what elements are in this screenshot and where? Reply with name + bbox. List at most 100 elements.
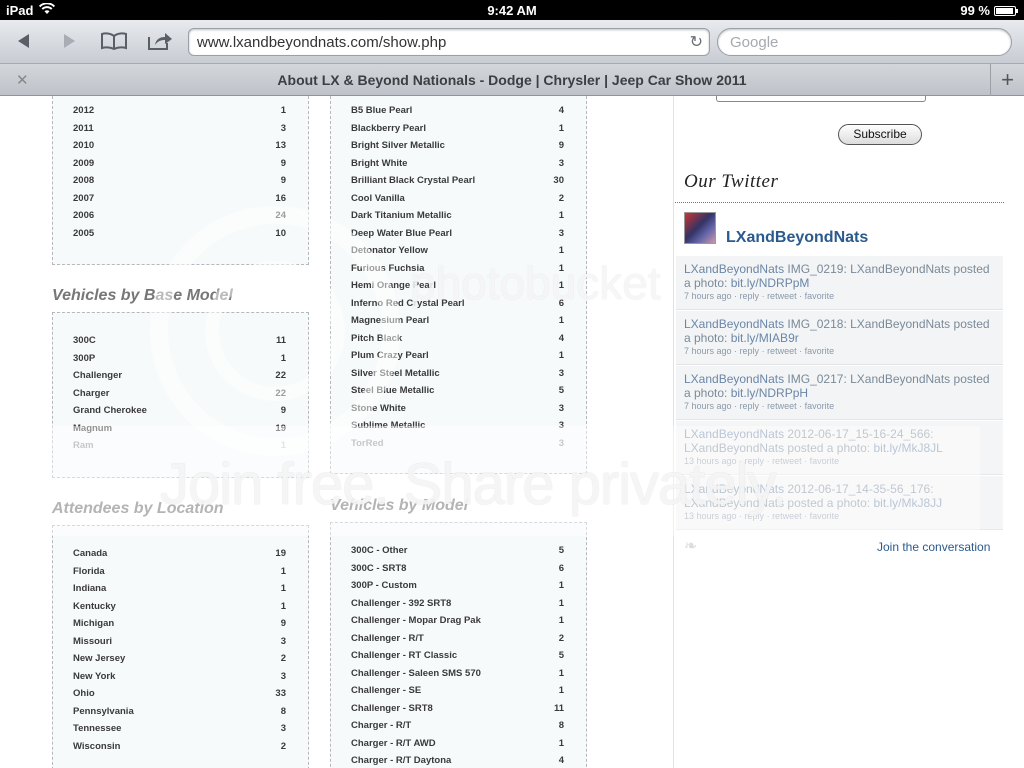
item-label: 2008	[73, 175, 95, 186]
reply-link[interactable]: reply	[740, 346, 760, 356]
retweet-link[interactable]: retweet	[772, 511, 802, 521]
list-item: Kentucky 1	[73, 601, 286, 612]
ipad-screen: iPad 9:42 AM 99 % www.lxandbeyondnats.co…	[0, 0, 1024, 768]
retweet-link[interactable]: retweet	[772, 456, 802, 466]
list-item: 2010 13	[73, 140, 286, 151]
address-bar[interactable]: www.lxandbeyondnats.com/show.php ↻	[188, 28, 710, 56]
favorite-link[interactable]: favorite	[805, 346, 835, 356]
list-item: Missouri 3	[73, 636, 286, 647]
browser-toolbar: www.lxandbeyondnats.com/show.php ↻ Googl…	[0, 20, 1024, 64]
item-count: 4	[558, 755, 564, 766]
favorite-link[interactable]: favorite	[805, 291, 835, 301]
bookmarks-icon[interactable]	[98, 28, 130, 54]
list-item: Magnum 19	[73, 423, 286, 434]
share-icon[interactable]	[144, 28, 176, 54]
subscribe-button[interactable]: Subscribe	[838, 124, 922, 145]
tweet-time[interactable]: 7 hours ago	[684, 346, 732, 356]
list-item: Deep Water Blue Pearl 3	[351, 228, 564, 239]
list-item: 300C - SRT8 6	[351, 563, 564, 574]
tweet: LXandBeyondNats 2012-06-17_14-35-56_176:…	[676, 476, 1003, 530]
tab-title[interactable]: About LX & Beyond Nationals - Dodge | Ch…	[0, 72, 1024, 88]
item-label: 2009	[73, 157, 95, 169]
reply-link[interactable]: reply	[745, 456, 765, 466]
tweet-photo-link[interactable]: bit.ly/NDRPpM	[731, 276, 810, 290]
item-count: 2	[280, 740, 286, 752]
tweet-time[interactable]: 13 hours ago	[684, 511, 737, 521]
twitter-avatar[interactable]	[684, 212, 716, 244]
join-conversation-link[interactable]: Join the conversation	[877, 540, 990, 554]
retweet-link[interactable]: retweet	[767, 291, 797, 301]
tweet-time[interactable]: 13 hours ago	[684, 456, 737, 466]
item-label: Blackberry Pearl	[351, 122, 426, 134]
item-count: 1	[558, 245, 564, 256]
favorite-link[interactable]: favorite	[805, 401, 835, 411]
list-item: Sublime Metallic 3	[351, 420, 564, 431]
reply-link[interactable]: reply	[740, 291, 760, 301]
tweet: LXandBeyondNats IMG_0218: LXandBeyondNat…	[676, 311, 1003, 365]
item-label: 2010	[73, 140, 95, 151]
tweet-user-link[interactable]: LXandBeyondNats	[684, 372, 784, 386]
tweet-user-link[interactable]: LXandBeyondNats	[684, 262, 784, 276]
item-count: 13	[275, 140, 286, 151]
tweet-text: LXandBeyondNats IMG_0219: LXandBeyondNat…	[684, 262, 995, 290]
list-item: Charger - R/T AWD 1	[351, 738, 564, 749]
back-icon[interactable]	[8, 28, 40, 54]
page-content: 2012 1 2011 3 2010 13 2009 9 2008 9 2007 16 2006 24 20…	[0, 96, 1024, 768]
retweet-link[interactable]: retweet	[767, 346, 797, 356]
list-item: TorRed 3	[351, 438, 564, 449]
tweet-time[interactable]: 7 hours ago	[684, 401, 732, 411]
item-count: 5	[558, 545, 564, 556]
item-count: 1	[558, 737, 564, 749]
reply-link[interactable]: reply	[740, 401, 760, 411]
list-item: Charger 22	[73, 388, 286, 399]
list-item: 2005 10	[73, 228, 286, 239]
tweet-photo-link[interactable]: bit.ly/MIAB9r	[731, 331, 799, 345]
tweet-meta: 13 hours ago · reply · retweet · favorit…	[684, 456, 840, 466]
item-label: Plum Crazy Pearl	[351, 350, 429, 361]
item-label: Canada	[73, 548, 108, 559]
favorite-link[interactable]: favorite	[810, 511, 840, 521]
new-tab-icon[interactable]: +	[990, 64, 1024, 96]
email-input[interactable]	[716, 96, 926, 102]
retweet-link[interactable]: retweet	[767, 401, 797, 411]
search-field[interactable]: Google	[717, 28, 1012, 56]
tweet-photo-link[interactable]: bit.ly/MkJ8JJ	[873, 496, 942, 510]
list-item: Steel Blue Metallic 5	[351, 385, 564, 396]
item-label: Challenger - RT Classic	[351, 650, 458, 661]
tweet-photo-link[interactable]: bit.ly/MkJ8JL	[873, 441, 942, 455]
tweet-meta: 7 hours ago · reply · retweet · favorite	[684, 401, 835, 411]
tweet-photo-link[interactable]: bit.ly/NDRPpH	[731, 386, 808, 400]
tweet-text: LXandBeyondNats IMG_0218: LXandBeyondNat…	[684, 317, 995, 345]
item-count: 1	[558, 685, 564, 696]
tweet-meta: 7 hours ago · reply · retweet · favorite	[684, 346, 835, 356]
item-count: 3	[280, 670, 286, 682]
list-item: Challenger - R/T 2	[351, 633, 564, 644]
item-label: Ram	[73, 440, 94, 451]
tweet-user-link[interactable]: LXandBeyondNats	[684, 427, 784, 441]
item-count: 8	[558, 720, 564, 731]
tweet-user-link[interactable]: LXandBeyondNats	[684, 317, 784, 331]
list-item: Pennsylvania 8	[73, 706, 286, 717]
list-item: 2009 9	[73, 158, 286, 169]
tweet-text: LXandBeyondNats 2012-06-17_14-35-56_176:…	[684, 482, 995, 510]
list-item: 300P 1	[73, 353, 286, 364]
item-count: 3	[280, 723, 286, 734]
favorite-link[interactable]: favorite	[810, 456, 840, 466]
item-count: 1	[280, 352, 286, 364]
list-item: Charger - R/T 8	[351, 720, 564, 731]
forward-icon[interactable]	[53, 28, 85, 54]
item-label: Challenger - Saleen SMS 570	[351, 667, 481, 679]
item-label: 300C - SRT8	[351, 562, 407, 574]
tweet-time[interactable]: 7 hours ago	[684, 291, 732, 301]
item-label: Challenger - Mopar Drag Pak	[351, 615, 481, 626]
twitter-username[interactable]: LXandBeyondNats	[726, 229, 868, 247]
tweet-user-link[interactable]: LXandBeyondNats	[684, 482, 784, 496]
item-label: Kentucky	[73, 600, 116, 612]
item-label: Dark Titanium Metallic	[351, 210, 452, 221]
base-model-title: Vehicles by Base Model	[52, 287, 233, 304]
item-label: Ohio	[73, 688, 95, 699]
reload-icon[interactable]: ↻	[690, 32, 703, 52]
twitter-title: Our Twitter	[684, 171, 779, 192]
reply-link[interactable]: reply	[745, 511, 765, 521]
item-label: Cool Vanilla	[351, 192, 405, 204]
